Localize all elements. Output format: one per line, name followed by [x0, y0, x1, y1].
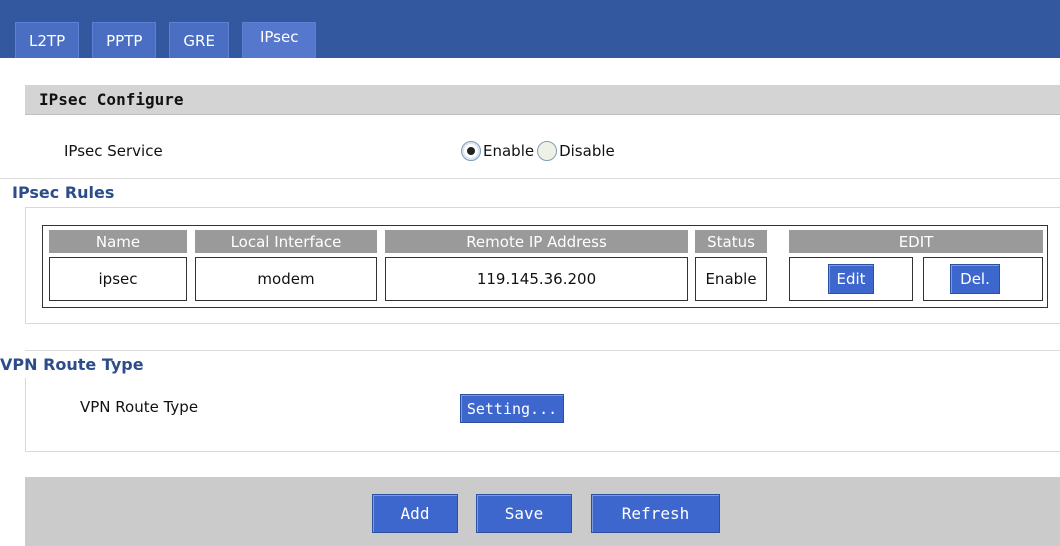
- ipsec-rules-table: Name Local Interface Remote IP Address S…: [42, 225, 1048, 308]
- disable-radio[interactable]: [537, 141, 558, 161]
- tab-pptp[interactable]: PPTP: [92, 22, 157, 58]
- table-cell-delete: Del.: [923, 257, 1043, 301]
- enable-radio-label: Enable: [483, 142, 535, 160]
- table-cell-status: Enable: [695, 257, 767, 301]
- table-cell-local-interface: modem: [195, 257, 377, 301]
- column-header-status: Status: [695, 230, 767, 253]
- save-button[interactable]: Save: [476, 494, 572, 533]
- column-header-remote-ip: Remote IP Address: [385, 230, 688, 253]
- table-cell-edit: Edit: [789, 257, 913, 301]
- section-header-ipsec-configure: IPsec Configure: [25, 85, 1060, 115]
- delete-button[interactable]: Del.: [950, 264, 1000, 294]
- column-header-local-interface: Local Interface: [195, 230, 377, 253]
- column-header-name: Name: [49, 230, 187, 253]
- tab-ipsec[interactable]: IPsec: [241, 22, 317, 58]
- tab-strip: L2TP PPTP GRE IPsec: [15, 22, 329, 58]
- top-nav-bar: L2TP PPTP GRE IPsec: [0, 0, 1060, 58]
- setting-button[interactable]: Setting...: [460, 394, 564, 423]
- ipsec-service-label: IPsec Service: [64, 142, 163, 160]
- vpn-route-type-label: VPN Route Type: [80, 398, 199, 416]
- divider: [0, 178, 1060, 179]
- refresh-button[interactable]: Refresh: [591, 494, 720, 533]
- vpn-route-type-title: VPN Route Type: [0, 355, 144, 374]
- tab-gre[interactable]: GRE: [169, 22, 229, 58]
- tab-l2tp[interactable]: L2TP: [15, 22, 80, 58]
- ipsec-service-radio-group: Enable Disable: [461, 141, 615, 161]
- section-header-title: IPsec Configure: [39, 90, 184, 109]
- enable-radio[interactable]: [461, 141, 481, 161]
- ipsec-rules-title: IPsec Rules: [12, 183, 115, 202]
- edit-button[interactable]: Edit: [828, 264, 874, 294]
- column-header-edit: EDIT: [789, 230, 1043, 253]
- disable-radio-label: Disable: [559, 142, 615, 160]
- table-cell-remote-ip: 119.145.36.200: [385, 257, 688, 301]
- add-button[interactable]: Add: [372, 494, 458, 533]
- table-cell-name: ipsec: [49, 257, 187, 301]
- divider: [25, 350, 1060, 351]
